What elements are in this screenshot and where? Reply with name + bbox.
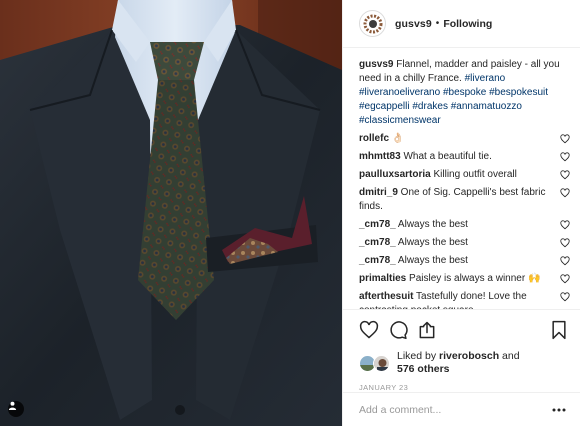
liker-avatar[interactable] xyxy=(373,354,390,372)
comment-like-heart-icon[interactable] xyxy=(560,220,570,230)
comment-username[interactable]: _cm78_ xyxy=(359,219,396,230)
more-options-icon xyxy=(552,408,566,411)
comment-item: _cm78_ Always the best xyxy=(359,254,570,268)
comment-text: Killing outfit overall xyxy=(430,169,517,180)
comment-item: rollefc 👌🏻 xyxy=(359,132,570,146)
post-header: gusvs9 • Following xyxy=(343,0,580,48)
person-glyph-icon xyxy=(8,401,17,410)
share-button[interactable] xyxy=(416,319,438,341)
post-actions-bar xyxy=(343,309,580,349)
post-photo[interactable] xyxy=(0,0,342,426)
comment-text: Paisley is always a winner 🙌 xyxy=(406,273,541,284)
comment-like-heart-icon[interactable] xyxy=(560,292,570,302)
likes-text: Liked by riverobosch and 576 others xyxy=(397,350,520,376)
likes-middle: and xyxy=(499,350,520,362)
comment-item: _cm78_ Always the best xyxy=(359,218,570,232)
comment-username[interactable]: mhmtt83 xyxy=(359,151,401,162)
comment-text: Always the best xyxy=(395,237,468,248)
post-side-panel: gusvs9 • Following gusvs9 Flannel, madde… xyxy=(342,0,580,426)
share-icon xyxy=(419,321,435,338)
comments-list[interactable]: gusvs9 Flannel, madder and paisley - all… xyxy=(343,48,580,309)
comment-like-heart-icon[interactable] xyxy=(560,134,570,144)
comment-like-heart-icon[interactable] xyxy=(560,152,570,162)
comment-like-heart-icon[interactable] xyxy=(560,170,570,180)
comment-text: What a beautiful tie. xyxy=(400,151,492,162)
comment-icon xyxy=(390,320,408,339)
post-dialog: gusvs9 • Following gusvs9 Flannel, madde… xyxy=(0,0,580,426)
save-button[interactable] xyxy=(548,319,570,341)
comment-text: Always the best xyxy=(395,219,468,230)
comment-username[interactable]: primalties xyxy=(359,273,406,284)
comment-username[interactable]: dmitri_9 xyxy=(359,187,398,198)
bookmark-icon xyxy=(552,320,566,339)
post-date[interactable]: JANUARY 23 xyxy=(343,383,580,392)
likes-count[interactable]: 576 others xyxy=(397,363,450,375)
likes-summary: Liked by riverobosch and 576 others xyxy=(343,349,580,377)
comment-button[interactable] xyxy=(387,319,409,341)
add-comment-bar xyxy=(343,392,580,426)
comment-username[interactable]: _cm78_ xyxy=(359,237,396,248)
comment-username[interactable]: _cm78_ xyxy=(359,255,396,266)
comment-item: dmitri_9 One of Sig. Cappelli's best fab… xyxy=(359,186,570,214)
comment-text: Always the best xyxy=(395,255,468,266)
comment-text: 👌🏻 xyxy=(389,133,405,144)
comment-username[interactable]: rollefc xyxy=(359,133,389,144)
liker-avatar-image-icon xyxy=(374,355,389,371)
comment-like-heart-icon[interactable] xyxy=(560,274,570,284)
avatar-image-icon xyxy=(361,12,384,35)
comment-like-heart-icon[interactable] xyxy=(560,256,570,266)
comment-like-heart-icon[interactable] xyxy=(560,238,570,248)
header-username[interactable]: gusvs9 xyxy=(395,18,432,30)
comment-item: mhmtt83 What a beautiful tie. xyxy=(359,150,570,164)
comment-item: paulluxsartoria Killing outfit overall xyxy=(359,168,570,182)
following-button[interactable]: Following xyxy=(443,18,492,30)
comment-username[interactable]: afterthesuit xyxy=(359,291,413,302)
suit-photo-illustration xyxy=(0,0,342,426)
heart-icon xyxy=(359,320,379,338)
likes-prefix: Liked by xyxy=(397,350,440,362)
like-button[interactable] xyxy=(358,319,380,341)
comment-item: afterthesuit Tastefully done! Love the c… xyxy=(359,290,570,309)
comment-like-heart-icon[interactable] xyxy=(560,188,570,198)
add-comment-input[interactable] xyxy=(359,403,552,416)
header-separator: • xyxy=(435,18,440,29)
person-tag-icon[interactable] xyxy=(8,401,24,417)
comment-username[interactable]: paulluxsartoria xyxy=(359,169,431,180)
caption-username[interactable]: gusvs9 xyxy=(359,59,393,70)
comment-item: primalties Paisley is always a winner 🙌 xyxy=(359,272,570,286)
more-options-button[interactable] xyxy=(552,403,566,417)
liker-username[interactable]: riverobosch xyxy=(439,350,499,362)
post-caption: gusvs9 Flannel, madder and paisley - all… xyxy=(359,58,570,128)
user-avatar[interactable] xyxy=(359,10,386,37)
comment-item: _cm78_ Always the best xyxy=(359,236,570,250)
